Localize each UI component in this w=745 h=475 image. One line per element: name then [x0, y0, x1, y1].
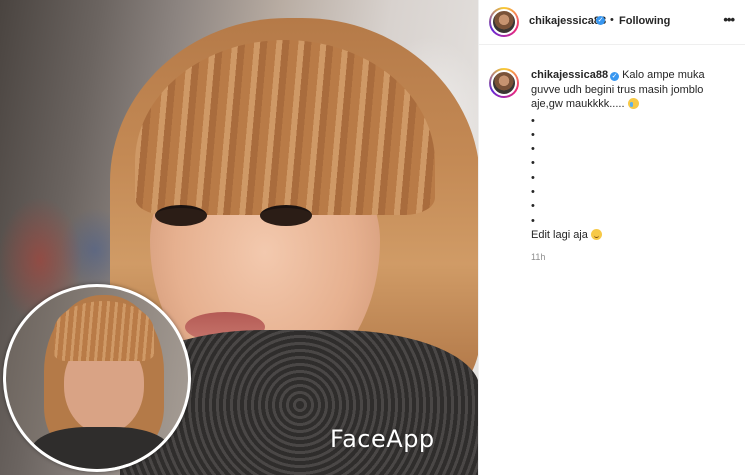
- header-username[interactable]: chikajessica88: [529, 15, 606, 27]
- faceapp-watermark: FaceApp: [330, 425, 435, 453]
- bullet-line: •: [531, 157, 535, 170]
- post-side-panel: chikajessica88 ✓ • Following ••• chikaje…: [478, 0, 745, 475]
- post-photo[interactable]: FaceApp: [0, 0, 478, 475]
- header-avatar[interactable]: [489, 7, 519, 37]
- header-avatar-image: [491, 9, 517, 35]
- bullet-line: •: [531, 200, 535, 213]
- header-separator: •: [610, 14, 614, 26]
- post-header: chikajessica88 ✓ • Following •••: [479, 0, 745, 45]
- caption-footer-line: Edit lagi aja: [531, 228, 731, 243]
- crying-emoji-icon: [627, 98, 639, 109]
- caption-bullets: • • • • • • • •: [531, 114, 731, 228]
- bullet-line: •: [531, 185, 535, 198]
- grinning-emoji-icon: [590, 228, 602, 240]
- caption-text-block: chikajessica88 ✓ Kalo ampe muka guvve udh …: [531, 68, 731, 242]
- inset-scarf: [31, 427, 171, 469]
- bullet-line: •: [531, 171, 535, 184]
- post-timestamp[interactable]: 11h: [531, 252, 545, 262]
- bullet-line: •: [531, 128, 535, 141]
- inset-original-photo: [3, 284, 191, 472]
- verified-badge-icon: ✓: [610, 72, 620, 81]
- photo-left-eye: [155, 205, 207, 226]
- inset-bangs: [54, 301, 154, 361]
- photo-right-eye: [260, 205, 312, 226]
- caption-avatar[interactable]: [489, 68, 519, 98]
- bullet-line: •: [531, 143, 535, 156]
- caption-username[interactable]: chikajessica88: [531, 69, 608, 81]
- caption-avatar-image: [491, 70, 517, 96]
- bullet-line: •: [531, 114, 535, 127]
- following-button[interactable]: Following: [619, 15, 670, 27]
- more-horizontal-icon[interactable]: •••: [723, 12, 735, 27]
- bullet-line: •: [531, 214, 535, 227]
- caption-footer-text: Edit lagi aja: [531, 228, 588, 241]
- verified-badge-icon: ✓: [596, 16, 605, 25]
